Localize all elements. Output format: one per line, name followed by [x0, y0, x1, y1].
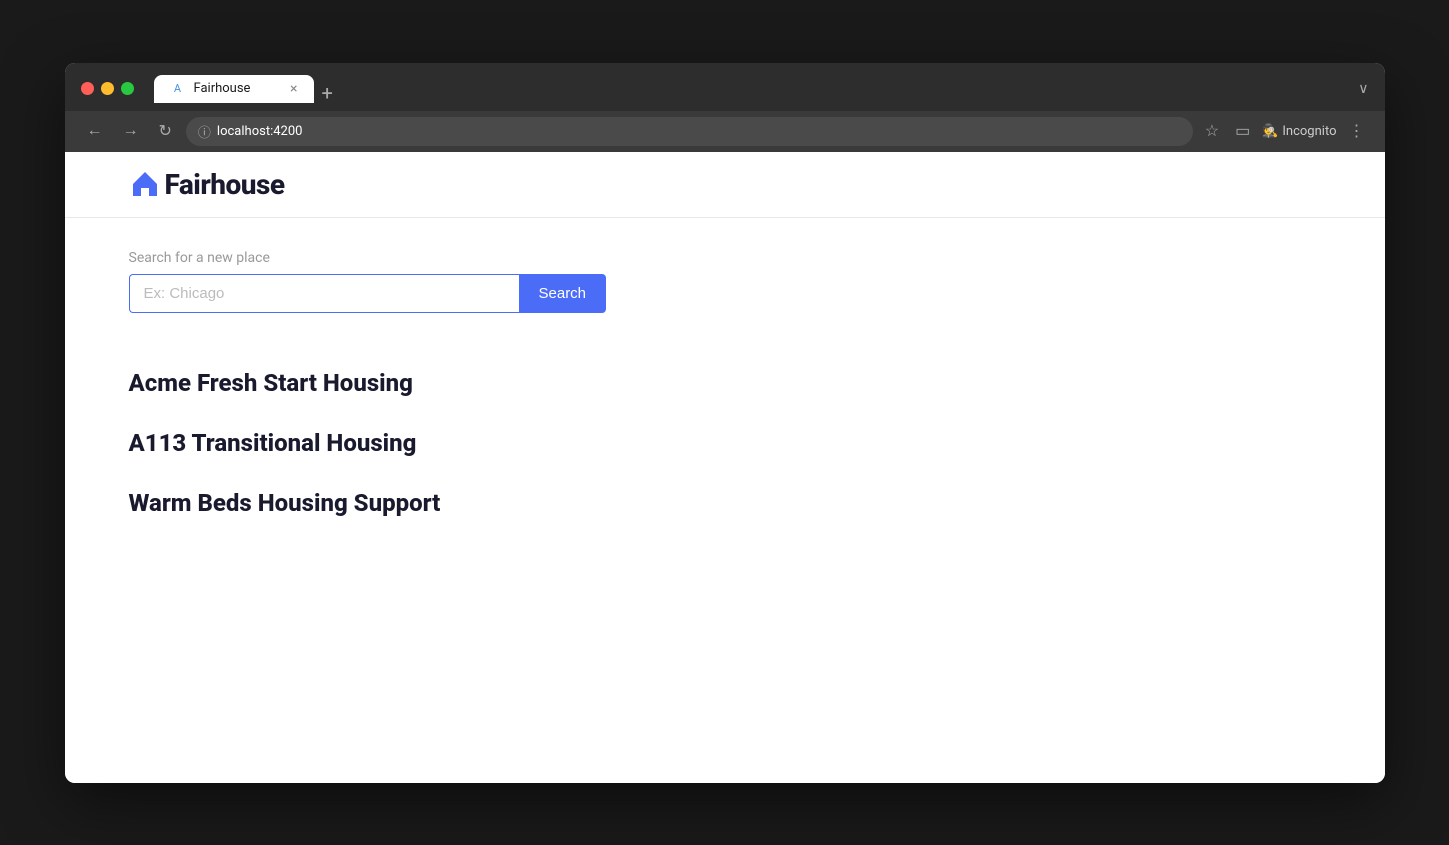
address-text: localhost:4200	[217, 124, 303, 139]
browser-chrome: A Fairhouse × + ∨ ← → ↻ ⓘ localhost:4200…	[65, 63, 1385, 152]
active-tab[interactable]: A Fairhouse ×	[154, 75, 314, 103]
tab-close-button[interactable]: ×	[290, 82, 297, 96]
new-tab-button[interactable]: +	[314, 83, 341, 103]
search-button[interactable]: Search	[519, 274, 607, 313]
logo[interactable]: Fairhouse	[129, 168, 285, 201]
info-icon: ⓘ	[198, 122, 211, 141]
minimize-traffic-light[interactable]	[101, 82, 114, 95]
address-bar[interactable]: ⓘ localhost:4200	[186, 117, 1193, 146]
incognito-badge: 🕵 Incognito	[1262, 124, 1336, 139]
tab-title: Fairhouse	[194, 81, 283, 96]
refresh-button[interactable]: ↻	[153, 117, 178, 145]
logo-icon	[129, 168, 161, 200]
search-label: Search for a new place	[129, 250, 1321, 266]
address-port: :4200	[270, 124, 302, 139]
list-item[interactable]: Warm Beds Housing Support	[129, 473, 1321, 533]
search-input[interactable]	[129, 274, 519, 313]
browser-toolbar: ← → ↻ ⓘ localhost:4200 ☆ ▭ 🕵 Incognito ⋮	[65, 111, 1385, 152]
browser-titlebar: A Fairhouse × + ∨	[65, 63, 1385, 111]
browser-window: A Fairhouse × + ∨ ← → ↻ ⓘ localhost:4200…	[65, 63, 1385, 783]
incognito-icon: 🕵	[1262, 124, 1278, 139]
list-item[interactable]: A113 Transitional Housing	[129, 413, 1321, 473]
housing-list: Acme Fresh Start Housing A113 Transition…	[129, 353, 1321, 533]
address-host: localhost	[217, 124, 270, 139]
housing-item-title: Warm Beds Housing Support	[129, 489, 1321, 517]
incognito-label: Incognito	[1282, 124, 1336, 139]
page-header: Fairhouse	[65, 152, 1385, 218]
maximize-traffic-light[interactable]	[121, 82, 134, 95]
housing-item-title: Acme Fresh Start Housing	[129, 369, 1321, 397]
close-traffic-light[interactable]	[81, 82, 94, 95]
page-content: Fairhouse Search for a new place Search …	[65, 152, 1385, 783]
logo-text: Fairhouse	[165, 168, 285, 201]
housing-item-title: A113 Transitional Housing	[129, 429, 1321, 457]
search-section: Search for a new place Search	[129, 250, 1321, 313]
back-button[interactable]: ←	[81, 118, 109, 144]
tab-chevron-icon: ∨	[1358, 81, 1368, 97]
list-item[interactable]: Acme Fresh Start Housing	[129, 353, 1321, 413]
cast-button[interactable]: ▭	[1231, 117, 1254, 145]
tab-favicon: A	[170, 81, 186, 97]
bookmark-button[interactable]: ☆	[1201, 117, 1223, 145]
search-row: Search	[129, 274, 1321, 313]
traffic-lights	[81, 82, 134, 95]
page-main: Search for a new place Search Acme Fresh…	[65, 218, 1385, 565]
forward-button[interactable]: →	[117, 118, 145, 144]
toolbar-actions: ☆ ▭ 🕵 Incognito ⋮	[1201, 117, 1369, 145]
tab-bar: A Fairhouse × +	[154, 75, 1347, 103]
menu-button[interactable]: ⋮	[1345, 117, 1369, 145]
